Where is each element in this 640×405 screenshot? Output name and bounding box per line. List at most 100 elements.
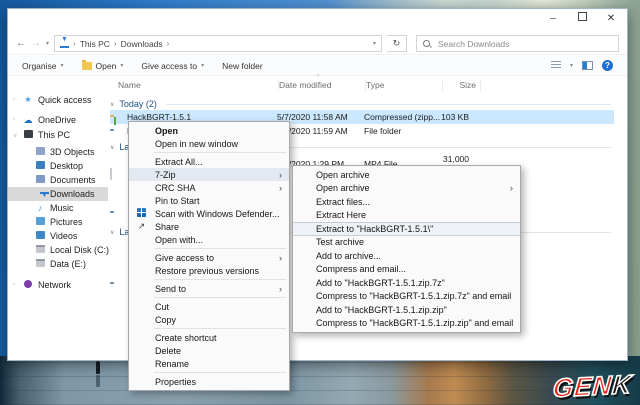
sidebar-item-pictures[interactable]: Pictures <box>8 215 108 229</box>
menu-separator <box>154 152 286 153</box>
submenu-item-add-7z[interactable]: Add to "HackBGRT-1.5.1.zip.7z" <box>293 276 520 290</box>
beach-wallpaper-strip <box>0 356 640 405</box>
submenu-arrow-icon: › <box>279 252 282 263</box>
menu-item-delete[interactable]: Delete <box>129 344 289 357</box>
menu-separator <box>154 279 286 280</box>
minimize-button[interactable]: – <box>547 12 559 26</box>
menu-item-give-access[interactable]: Give access to › <box>129 251 289 264</box>
submenu-arrow-icon: › <box>279 182 282 193</box>
menu-item-copy[interactable]: Copy <box>129 313 289 326</box>
group-chevron-icon[interactable]: ∨ <box>110 144 114 151</box>
address-dropdown-icon[interactable]: ▾ <box>373 40 376 47</box>
sidebar-item-onedrive[interactable]: › ☁ OneDrive <box>8 113 108 127</box>
sidebar-item-network[interactable]: › Network <box>8 278 108 292</box>
address-bar[interactable]: › This PC › Downloads › ▾ <box>54 35 383 52</box>
menu-item-cut[interactable]: Cut <box>129 300 289 313</box>
recent-locations-dropdown[interactable]: ▾ <box>46 40 49 47</box>
maximize-button[interactable] <box>576 12 588 26</box>
group-chevron-icon[interactable]: ∨ <box>110 101 114 108</box>
menu-item-share[interactable]: ↗ Share <box>129 220 289 233</box>
search-input[interactable] <box>436 37 612 50</box>
menu-item-pin-to-start[interactable]: Pin to Start <box>129 194 289 207</box>
menu-separator <box>154 248 286 249</box>
back-button[interactable]: ← <box>16 38 26 49</box>
new-folder-button[interactable]: New folder <box>222 61 263 71</box>
genk-text-k: K <box>610 368 634 401</box>
expand-icon[interactable]: › <box>13 97 15 103</box>
submenu-item-open-archive[interactable]: Open archive <box>293 168 520 182</box>
breadcrumb-this-pc[interactable]: This PC <box>80 39 110 49</box>
menu-item-extract-all[interactable]: Extract All... <box>129 155 289 168</box>
sidebar-item-3d-objects[interactable]: 3D Objects <box>8 145 108 159</box>
sidebar-item-data-e[interactable]: Data (E:) <box>8 257 108 271</box>
expand-icon[interactable]: › <box>13 117 15 123</box>
submenu-item-extract-to[interactable]: Extract to "HackBGRT-1.5.1\" <box>293 222 520 236</box>
file-type: Compressed (zipp... <box>364 112 441 122</box>
close-button[interactable]: ✕ <box>605 12 617 26</box>
menu-item-restore-versions[interactable]: Restore previous versions <box>129 264 289 277</box>
menu-item-open-with[interactable]: Open with... <box>129 233 289 246</box>
breadcrumb-downloads[interactable]: Downloads <box>121 39 163 49</box>
star-icon: ★ <box>24 95 32 104</box>
menu-item-rename[interactable]: Rename <box>129 357 289 370</box>
submenu-item-compress-email[interactable]: Compress and email... <box>293 263 520 277</box>
group-header-today[interactable]: ∨ Today (2) <box>110 98 611 110</box>
videos-icon <box>35 231 45 241</box>
organise-button[interactable]: Organise ▾ <box>22 61 64 71</box>
menu-item-open-new-window[interactable]: Open in new window <box>129 137 289 150</box>
7zip-submenu: Open archive Open archive › Extract file… <box>292 165 521 333</box>
submenu-arrow-icon: › <box>510 183 513 194</box>
share-icon: ↗ <box>137 221 146 231</box>
submenu-item-extract-here[interactable]: Extract Here <box>293 209 520 223</box>
preview-pane-icon[interactable] <box>582 61 593 70</box>
menu-item-scan-defender[interactable]: Scan with Windows Defender... <box>129 207 289 220</box>
column-date-modified[interactable]: ˆ Date modified <box>279 75 366 91</box>
menu-item-open[interactable]: Open <box>129 124 289 137</box>
give-access-button[interactable]: Give access to ▾ <box>141 61 204 71</box>
change-view-icon[interactable] <box>550 61 561 70</box>
submenu-item-add-zip[interactable]: Add to "HackBGRT-1.5.1.zip.zip" <box>293 303 520 317</box>
column-size[interactable]: Size <box>443 79 481 91</box>
group-chevron-icon[interactable]: ∨ <box>110 229 114 236</box>
downloads-location-icon <box>60 36 70 48</box>
menu-separator <box>154 328 286 329</box>
menu-item-send-to[interactable]: Send to › <box>129 282 289 295</box>
menu-item-create-shortcut[interactable]: Create shortcut <box>129 331 289 344</box>
column-name[interactable]: Name <box>118 79 279 91</box>
sidebar-item-local-disk-c[interactable]: Local Disk (C:) <box>8 243 109 257</box>
sidebar-item-desktop[interactable]: Desktop <box>8 159 108 173</box>
context-menu: Open Open in new window Extract All... 7… <box>128 121 290 391</box>
submenu-arrow-icon: › <box>279 283 282 294</box>
menu-item-properties[interactable]: Properties <box>129 375 289 388</box>
help-icon[interactable]: ? <box>602 60 613 71</box>
view-caret-icon[interactable]: ▾ <box>570 62 573 69</box>
refresh-button[interactable]: ↻ <box>387 35 408 52</box>
submenu-item-compress-7z-email[interactable]: Compress to "HackBGRT-1.5.1.zip.7z" and … <box>293 290 520 304</box>
computer-icon <box>23 130 33 140</box>
sidebar-item-downloads[interactable]: Downloads <box>8 187 108 201</box>
sidebar-item-quick-access[interactable]: › ★ Quick access <box>8 93 108 107</box>
genk-text-red: GEN <box>551 369 615 404</box>
submenu-item-test-archive[interactable]: Test archive <box>293 236 520 250</box>
search-box[interactable] <box>416 35 619 52</box>
column-type[interactable]: Type <box>366 79 443 91</box>
sort-indicator-icon: ˆ <box>317 75 320 82</box>
search-icon <box>423 39 431 48</box>
expand-icon[interactable]: › <box>13 282 15 288</box>
sidebar-item-this-pc[interactable]: ∨ This PC <box>8 128 108 142</box>
submenu-item-add-to-archive[interactable]: Add to archive... <box>293 249 520 263</box>
submenu-item-compress-zip-email[interactable]: Compress to "HackBGRT-1.5.1.zip.zip" and… <box>293 317 520 331</box>
caret-down-icon: ▾ <box>120 63 124 69</box>
expand-icon[interactable]: ∨ <box>13 132 17 139</box>
submenu-item-open-archive-sub[interactable]: Open archive › <box>293 182 520 196</box>
sidebar-item-music[interactable]: ♪ Music <box>8 201 108 215</box>
submenu-item-extract-files[interactable]: Extract files... <box>293 195 520 209</box>
menu-item-7zip[interactable]: 7-Zip › <box>129 168 289 181</box>
open-button[interactable]: Open ▾ <box>81 59 124 71</box>
sidebar-item-videos[interactable]: Videos <box>8 229 108 243</box>
titlebar[interactable]: – ✕ <box>8 9 627 31</box>
forward-button[interactable]: → <box>31 38 41 49</box>
sidebar-item-documents[interactable]: Documents <box>8 173 108 187</box>
menu-item-crc-sha[interactable]: CRC SHA › <box>129 181 289 194</box>
drive-icon <box>35 245 45 255</box>
